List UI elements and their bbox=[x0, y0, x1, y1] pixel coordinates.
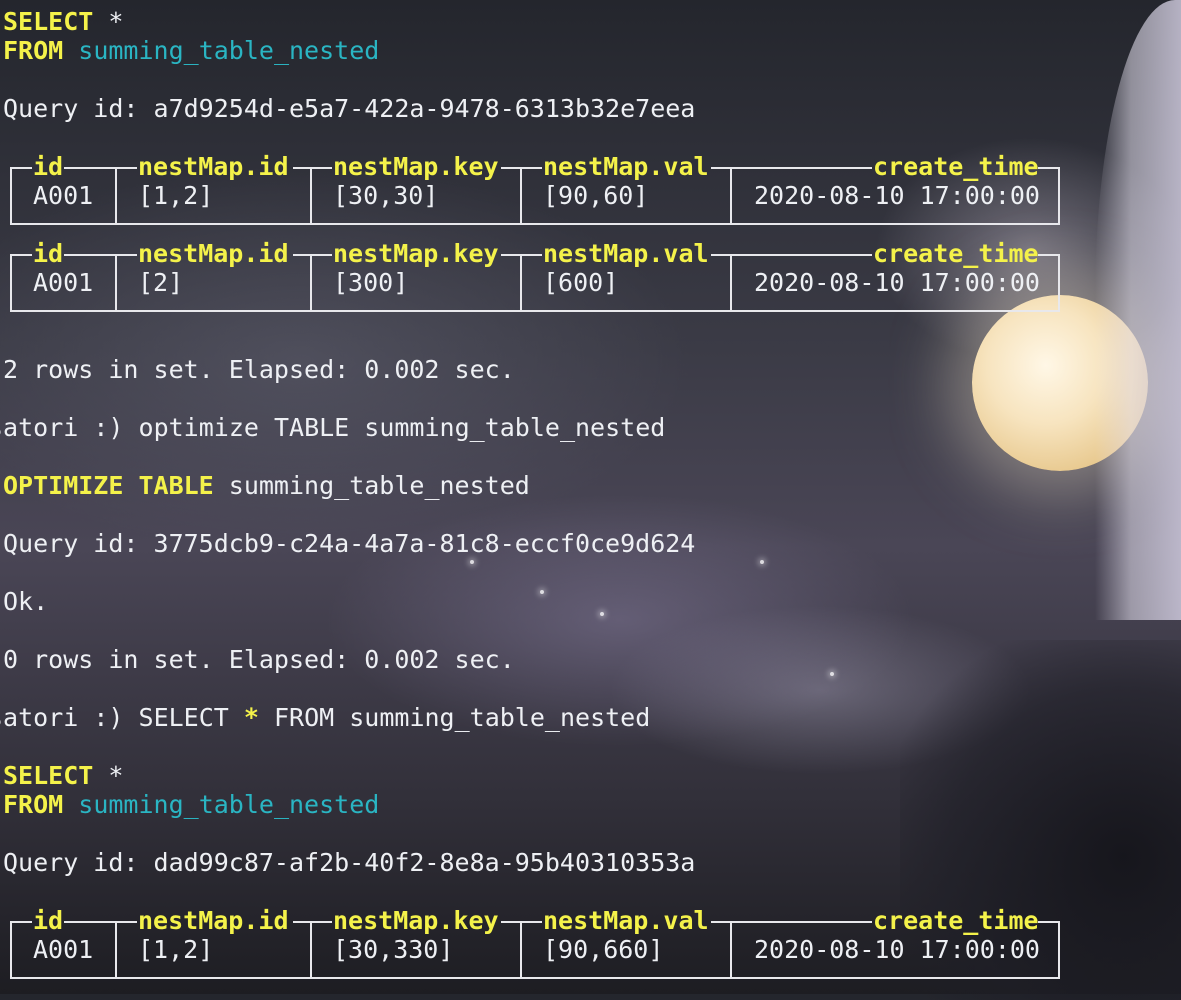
sql-keyword-from: FROM bbox=[3, 790, 64, 819]
status-line: 0 rows in set. Elapsed: 0.002 sec. bbox=[3, 645, 515, 674]
table-cell-nest-key: nestMap.key [30,30] bbox=[312, 152, 522, 223]
column-header-nestmap-key: nestMap.key bbox=[333, 906, 499, 935]
column-header-nestmap-key: nestMap.key bbox=[333, 239, 499, 268]
prompt-text: FROM summing_table_nested bbox=[258, 703, 651, 732]
query-select-line: SELECT * bbox=[3, 761, 123, 791]
command-prompt-line: satori :) optimize TABLE summing_table_n… bbox=[0, 413, 666, 442]
column-header-id: id bbox=[33, 906, 64, 935]
table-cell-nest-val: nestMap.val [90,660] bbox=[522, 906, 732, 977]
column-header-nestmap-id: nestMap.id bbox=[138, 906, 289, 935]
sql-table-name: summing_table_nested bbox=[78, 36, 380, 65]
table-cell-id: id A001 bbox=[12, 906, 117, 977]
cell-create-time: 2020-08-10 17:00:00 bbox=[754, 181, 1040, 210]
cell-nestmap-id: [1,2] bbox=[138, 935, 214, 964]
table-cell-id: id A001 bbox=[12, 152, 117, 223]
table-cell-create-time: create_time 2020-08-10 17:00:00 bbox=[732, 152, 1058, 223]
cell-nestmap-id: [2] bbox=[138, 268, 184, 297]
query-select-line: SELECT * bbox=[3, 7, 123, 37]
prompt-text: satori :) SELECT bbox=[0, 703, 244, 732]
sql-star: * bbox=[243, 703, 259, 732]
cell-id: A001 bbox=[33, 935, 94, 964]
terminal-output[interactable]: SELECT * FROM summing_table_nested Query… bbox=[0, 0, 1181, 994]
table-cell-nest-id: nestMap.id [1,2] bbox=[117, 152, 312, 223]
status-line: 2 rows in set. Elapsed: 0.002 sec. bbox=[3, 355, 515, 384]
cell-id: A001 bbox=[33, 181, 94, 210]
table-cell-nest-id: nestMap.id [1,2] bbox=[117, 906, 312, 977]
column-header-nestmap-id: nestMap.id bbox=[138, 152, 289, 181]
table-cell-create-time: create_time 2020-08-10 17:00:00 bbox=[732, 239, 1058, 310]
table-cell-nest-val: nestMap.val [90,60] bbox=[522, 152, 732, 223]
query-from-line: FROM summing_table_nested bbox=[3, 36, 379, 66]
table-cell-nest-key: nestMap.key [30,330] bbox=[312, 906, 522, 977]
column-header-create-time: create_time bbox=[873, 152, 1039, 181]
command-prompt-line: satori :) SELECT * FROM summing_table_ne… bbox=[0, 703, 650, 733]
cell-nestmap-key: [300] bbox=[333, 268, 409, 297]
table-cell-nest-key: nestMap.key [300] bbox=[312, 239, 522, 310]
column-header-nestmap-id: nestMap.id bbox=[138, 239, 289, 268]
cell-create-time: 2020-08-10 17:00:00 bbox=[754, 268, 1040, 297]
sql-keyword-select: SELECT bbox=[3, 7, 94, 36]
cell-nestmap-val: [90,60] bbox=[543, 181, 649, 210]
sql-table-name: summing_table_nested bbox=[228, 471, 530, 500]
query-id-line: Query id: a7d9254d-e5a7-422a-9478-6313b3… bbox=[3, 94, 696, 123]
cell-nestmap-key: [30,330] bbox=[333, 935, 454, 964]
table-cell-nest-val: nestMap.val [600] bbox=[522, 239, 732, 310]
sql-keyword-select: SELECT bbox=[3, 761, 94, 790]
query-from-line: FROM summing_table_nested bbox=[3, 790, 379, 820]
sql-table-name: summing_table_nested bbox=[78, 790, 380, 819]
cell-id: A001 bbox=[33, 268, 94, 297]
result-table: id A001 nestMap.id [1,2] nestMap.key [30… bbox=[10, 906, 1060, 979]
table-cell-id: id A001 bbox=[12, 239, 117, 310]
column-header-create-time: create_time bbox=[873, 239, 1039, 268]
column-header-nestmap-val: nestMap.val bbox=[543, 906, 709, 935]
result-table: id A001 nestMap.id [2] nestMap.key [300]… bbox=[10, 239, 1060, 312]
table-cell-nest-id: nestMap.id [2] bbox=[117, 239, 312, 310]
sql-keyword-optimize: OPTIMIZE TABLE bbox=[3, 471, 214, 500]
result-table: id A001 nestMap.id [1,2] nestMap.key [30… bbox=[10, 152, 1060, 225]
sql-star: * bbox=[108, 761, 124, 790]
column-header-nestmap-val: nestMap.val bbox=[543, 239, 709, 268]
column-header-create-time: create_time bbox=[873, 906, 1039, 935]
cell-nestmap-val: [90,660] bbox=[543, 935, 664, 964]
column-header-id: id bbox=[33, 152, 64, 181]
cell-create-time: 2020-08-10 17:00:00 bbox=[754, 935, 1040, 964]
cell-nestmap-key: [30,30] bbox=[333, 181, 439, 210]
ok-line: Ok. bbox=[3, 587, 49, 616]
cell-nestmap-val: [600] bbox=[543, 268, 619, 297]
column-header-nestmap-key: nestMap.key bbox=[333, 152, 499, 181]
query-id-line: Query id: dad99c87-af2b-40f2-8e8a-95b403… bbox=[3, 848, 696, 877]
table-cell-create-time: create_time 2020-08-10 17:00:00 bbox=[732, 906, 1058, 977]
optimize-echo-line: OPTIMIZE TABLE summing_table_nested bbox=[3, 471, 530, 501]
sql-star: * bbox=[108, 7, 124, 36]
sql-keyword-from: FROM bbox=[3, 36, 64, 65]
query-id-line: Query id: 3775dcb9-c24a-4a7a-81c8-eccf0c… bbox=[3, 529, 696, 558]
column-header-nestmap-val: nestMap.val bbox=[543, 152, 709, 181]
column-header-id: id bbox=[33, 239, 64, 268]
cell-nestmap-id: [1,2] bbox=[138, 181, 214, 210]
